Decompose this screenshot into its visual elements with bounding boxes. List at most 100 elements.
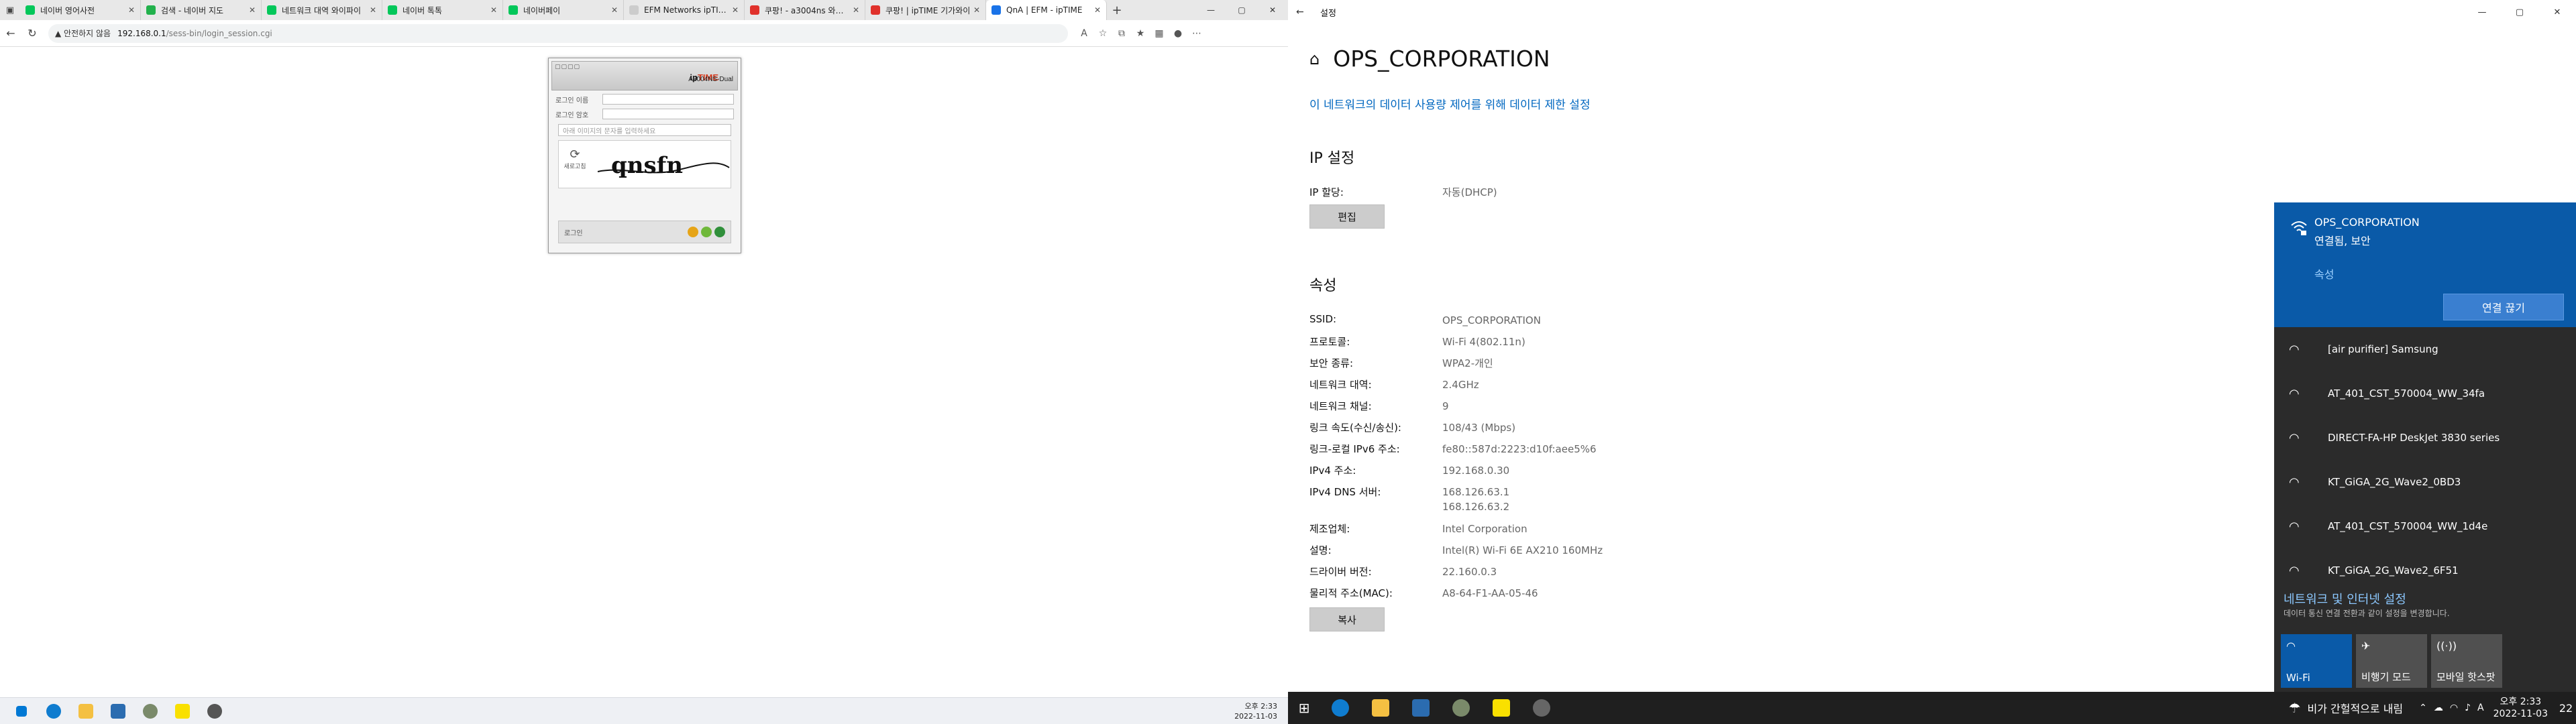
browser-tab[interactable]: 네트워크 대역 와이파이 ✕: [262, 0, 382, 20]
browser-tab[interactable]: 쿠팡! - a3004ns 와이파이 ✕: [745, 0, 865, 20]
wizard-icon[interactable]: [701, 227, 712, 237]
network-item[interactable]: ◠ AT_401_CST_570004_WW_34fa: [2274, 371, 2576, 416]
kakaotalk-taskbar-icon[interactable]: [166, 698, 199, 724]
login-button[interactable]: 로그인: [564, 227, 583, 237]
network-icon[interactable]: ◠: [2450, 703, 2458, 713]
tab-close-icon[interactable]: ✕: [853, 5, 859, 15]
tab-close-icon[interactable]: ✕: [249, 5, 256, 15]
connected-network[interactable]: OPS_CORPORATION 연결됨, 보안 속성 연결 끊기: [2274, 202, 2576, 327]
ime-indicator[interactable]: A: [2477, 703, 2484, 713]
new-tab-icon[interactable]: +: [1107, 0, 1127, 20]
back-icon[interactable]: ←: [0, 23, 21, 44]
edit-button[interactable]: 편집: [1309, 204, 1385, 229]
profile-avatar-icon[interactable]: ●: [1169, 24, 1187, 43]
router-model: A3004NS-Dual: [688, 76, 733, 83]
reload-icon[interactable]: ↻: [21, 23, 43, 44]
network-settings-link[interactable]: 네트워크 및 인터넷 설정: [2284, 590, 2406, 607]
photo-app-taskbar-icon[interactable]: [1441, 692, 1481, 724]
tab-close-icon[interactable]: ✕: [128, 5, 135, 15]
browser-tab[interactable]: 쿠팡! | ipTIME 기가와이 ✕: [865, 0, 986, 20]
collections-icon[interactable]: ▦: [1150, 24, 1169, 43]
browser-tab[interactable]: 네이버 영어사전 ✕: [20, 0, 141, 20]
network-item[interactable]: ◠ KT_GiGA_2G_Wave2_0BD3: [2274, 460, 2576, 504]
taskbar-left: 오후 2:33 2022-11-03: [0, 697, 1288, 724]
browser-tab[interactable]: 네이버 톡톡 ✕: [382, 0, 503, 20]
explorer-taskbar-icon[interactable]: [70, 698, 102, 724]
maximize-icon[interactable]: ▢: [1226, 0, 1257, 20]
tab-close-icon[interactable]: ✕: [732, 5, 739, 15]
favorites-icon[interactable]: ★: [1131, 24, 1150, 43]
copy-button[interactable]: 복사: [1309, 607, 1385, 631]
prop-row: 보안 종류: WPA2-개인: [1309, 356, 1493, 371]
favorite-star-icon[interactable]: ☆: [1093, 24, 1112, 43]
airplane-mode-toggle[interactable]: ✈ 비행기 모드: [2356, 634, 2427, 688]
back-icon[interactable]: ←: [1296, 7, 1312, 17]
weather-widget[interactable]: ☂ 비가 간헐적으로 내림: [2289, 700, 2404, 716]
edge-taskbar-icon[interactable]: [38, 698, 70, 724]
settings-taskbar-icon[interactable]: [199, 698, 231, 724]
read-aloud-icon[interactable]: A: [1075, 24, 1093, 43]
prop-key: 링크-로컬 IPv6 주소:: [1309, 443, 1400, 455]
prop-value: Wi-Fi 4(802.11n): [1442, 336, 1525, 348]
login-pw-input[interactable]: [602, 109, 734, 119]
mobile-hotspot-toggle[interactable]: ((·)) 모바일 핫스팟: [2431, 634, 2502, 688]
start-button[interactable]: [5, 698, 38, 724]
tab-title: 검색 - 네이버 지도: [161, 5, 224, 15]
prop-row: 물리적 주소(MAC): A8-64-F1-AA-05-46: [1309, 586, 1538, 601]
captcha-input[interactable]: 아래 이미지의 문자를 입력하세요: [558, 124, 731, 136]
quick-actions: ◠ Wi-Fi ✈ 비행기 모드 ((·)) 모바일 핫스팟: [2281, 634, 2502, 688]
maximize-icon[interactable]: ▢: [2501, 0, 2538, 24]
login-id-input[interactable]: [602, 94, 734, 105]
wireless-icon[interactable]: [714, 227, 725, 237]
edge-taskbar-icon[interactable]: [1320, 692, 1360, 724]
cloud-icon[interactable]: ☁: [2434, 703, 2443, 713]
tab-close-icon[interactable]: ✕: [370, 5, 376, 15]
tab-close-icon[interactable]: ✕: [490, 5, 497, 15]
network-item[interactable]: ◠ DIRECT-FA-HP DeskJet 3830 series: [2274, 416, 2576, 460]
wifi-icon: ◠: [2289, 386, 2300, 401]
browser-tab[interactable]: EFM Networks ipTIME ✕: [624, 0, 745, 20]
security-warning[interactable]: ▲ 안전하지 않음: [55, 27, 111, 39]
volume-icon[interactable]: ♪: [2465, 703, 2471, 713]
tab-close-icon[interactable]: ✕: [973, 5, 980, 15]
minimize-icon[interactable]: —: [1195, 0, 1226, 20]
explorer-taskbar-icon[interactable]: [1360, 692, 1401, 724]
kakaotalk-taskbar-icon[interactable]: [1481, 692, 1521, 724]
chevron-up-icon[interactable]: ⌃: [2419, 703, 2427, 713]
browser-tab-active[interactable]: QnA | EFM - ipTIME ✕: [986, 0, 1107, 20]
close-icon[interactable]: ✕: [1257, 0, 1288, 20]
tab-close-icon[interactable]: ✕: [1094, 5, 1101, 15]
minimize-icon[interactable]: —: [2463, 0, 2501, 24]
network-item[interactable]: ◠ [air purifier] Samsung: [2274, 327, 2576, 371]
clock-right[interactable]: 오후 2:33 2022-11-03: [2493, 696, 2548, 720]
url-input[interactable]: ▲ 안전하지 않음 192.168.0.1/sess-bin/login_ses…: [48, 23, 1068, 43]
setup-gear-icon[interactable]: [688, 227, 698, 237]
wifi-toggle-label: Wi-Fi: [2286, 672, 2310, 684]
network-properties-link[interactable]: 속성: [2314, 265, 2334, 282]
more-menu-icon[interactable]: ⋯: [1187, 24, 1206, 43]
tab-actions-icon[interactable]: ▣: [0, 0, 20, 20]
browser-tab[interactable]: 검색 - 네이버 지도 ✕: [141, 0, 262, 20]
extensions-icon[interactable]: ⧉: [1112, 24, 1131, 43]
notification-icon[interactable]: 22: [2556, 702, 2576, 715]
tab-close-icon[interactable]: ✕: [611, 5, 618, 15]
data-limit-link[interactable]: 이 네트워크의 데이터 사용량 제어를 위해 데이터 제한 설정: [1309, 95, 1591, 112]
browser-tab[interactable]: 네이버페이 ✕: [503, 0, 624, 20]
prop-value: WPA2-개인: [1442, 357, 1493, 369]
network-item[interactable]: ◠ AT_401_CST_570004_WW_1d4e: [2274, 504, 2576, 548]
login-id-label: 로그인 이름: [555, 97, 589, 105]
network-name: OPS_CORPORATION: [1333, 46, 1550, 72]
clock-left[interactable]: 오후 2:33 2022-11-03: [1234, 701, 1277, 721]
app-taskbar-icon[interactable]: [102, 698, 134, 724]
disconnect-button[interactable]: 연결 끊기: [2443, 294, 2564, 320]
ip-assign-row: IP 할당: 자동(DHCP): [1309, 185, 1497, 200]
photo-app-taskbar-icon[interactable]: [134, 698, 166, 724]
app-taskbar-icon[interactable]: [1401, 692, 1441, 724]
captcha-refresh-button[interactable]: ⟳ 새로고침: [560, 143, 590, 185]
start-button[interactable]: ⊞: [1288, 692, 1320, 724]
close-icon[interactable]: ✕: [2538, 0, 2576, 24]
wifi-toggle[interactable]: ◠ Wi-Fi: [2281, 634, 2352, 688]
settings-taskbar-icon[interactable]: [1521, 692, 1562, 724]
wifi-icon: ◠: [2289, 563, 2300, 578]
network-item[interactable]: ◠ KT_GiGA_2G_Wave2_6F51: [2274, 548, 2576, 593]
